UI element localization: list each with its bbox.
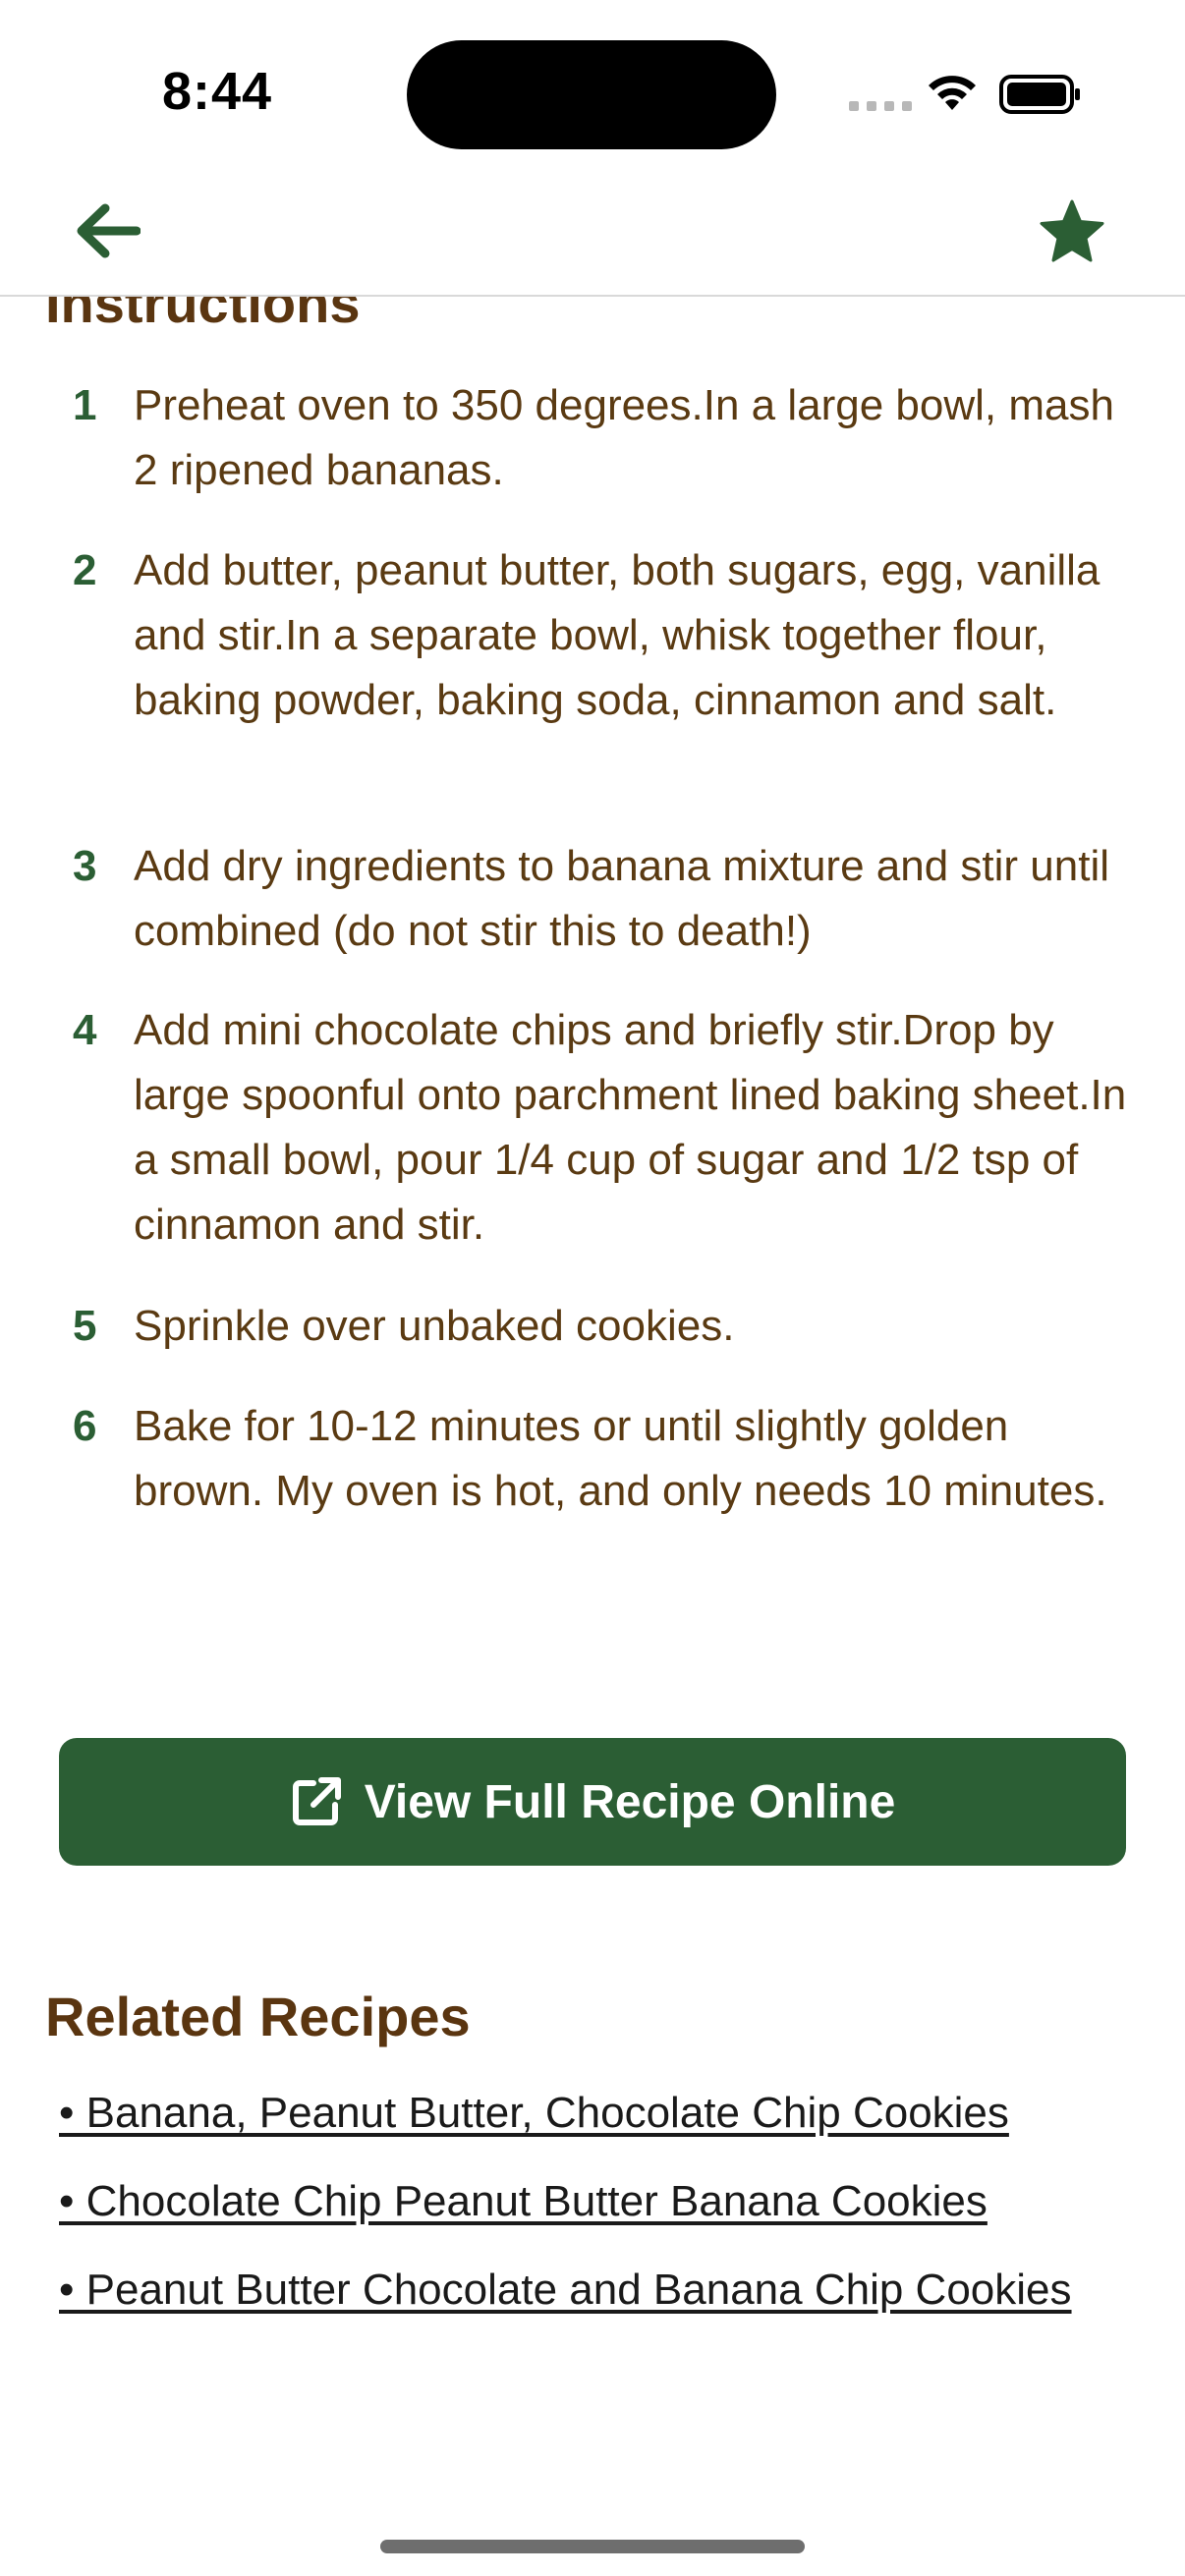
back-button[interactable] bbox=[69, 196, 143, 265]
step-text: Add butter, peanut butter, both sugars, … bbox=[134, 546, 1100, 724]
step-number: 4 bbox=[73, 1006, 97, 1054]
status-time: 8:44 bbox=[162, 62, 273, 121]
external-link-icon bbox=[292, 1777, 341, 1825]
favorite-button[interactable] bbox=[1038, 196, 1106, 265]
related-recipe-link[interactable]: • Banana, Peanut Butter, Chocolate Chip … bbox=[59, 2081, 1120, 2146]
cellular-signal-icon bbox=[849, 101, 912, 111]
related-recipe-link[interactable]: • Peanut Butter Chocolate and Banana Chi… bbox=[59, 2258, 1120, 2323]
home-indicator[interactable] bbox=[380, 2540, 805, 2553]
star-icon bbox=[1040, 199, 1104, 262]
battery-icon bbox=[999, 75, 1080, 114]
step-number: 1 bbox=[73, 381, 97, 429]
arrow-left-icon bbox=[77, 203, 141, 258]
related-recipe-link[interactable]: • Chocolate Chip Peanut Butter Banana Co… bbox=[59, 2169, 1120, 2234]
view-full-recipe-button[interactable]: View Full Recipe Online bbox=[59, 1738, 1126, 1866]
related-recipes-heading: Related Recipes bbox=[45, 1986, 471, 2047]
status-bar: 8:44 bbox=[0, 0, 1185, 167]
step-number: 5 bbox=[73, 1302, 97, 1350]
step-text: Bake for 10-12 minutes or until slightly… bbox=[134, 1402, 1107, 1515]
dynamic-island bbox=[407, 40, 776, 149]
step-number: 3 bbox=[73, 842, 97, 890]
step-text: Sprinkle over unbaked cookies. bbox=[134, 1302, 735, 1350]
navigation-bar bbox=[0, 167, 1185, 297]
step-text: Add mini chocolate chips and briefly sti… bbox=[134, 1006, 1127, 1249]
step-number: 6 bbox=[73, 1402, 97, 1450]
step-number: 2 bbox=[73, 546, 97, 594]
wifi-icon bbox=[929, 76, 976, 110]
step-text: Add dry ingredients to banana mixture an… bbox=[134, 842, 1110, 955]
step-text: Preheat oven to 350 degrees.In a large b… bbox=[134, 381, 1114, 494]
view-full-recipe-label: View Full Recipe Online bbox=[364, 1775, 896, 1828]
